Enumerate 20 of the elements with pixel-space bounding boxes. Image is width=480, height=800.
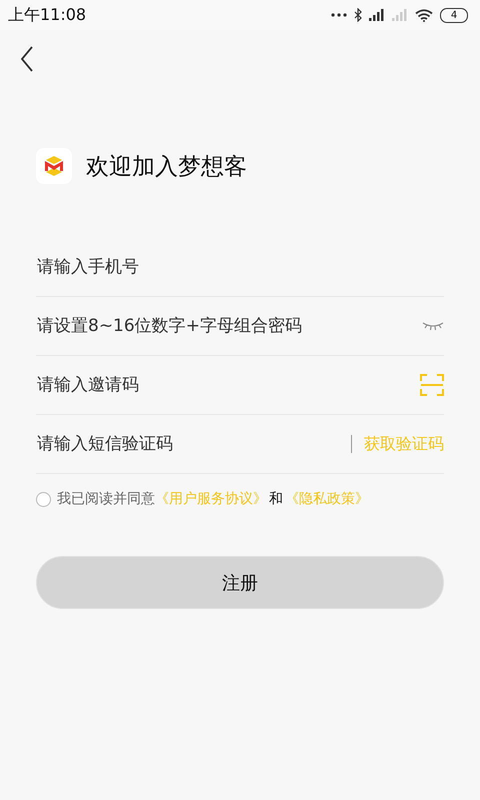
get-code-link[interactable]: 获取验证码 [364, 434, 444, 454]
agreement-text: 和 [269, 490, 283, 508]
input-field[interactable]: 请输入邀请码 [36, 375, 420, 395]
input-field[interactable]: 请输入手机号 [36, 257, 444, 277]
bluetooth-icon [354, 8, 362, 22]
input-field[interactable]: 请设置8~16位数字+字母组合密码 [36, 316, 422, 336]
signal-icon [392, 9, 408, 21]
app-logo [36, 148, 72, 184]
terms-link[interactable]: 《用户服务协议》 [155, 490, 267, 508]
agreement-text: 我已阅读并同意 [57, 490, 155, 508]
more-icon [331, 13, 347, 17]
privacy-link[interactable]: 《隐私政策》 [285, 490, 369, 508]
wifi-icon [415, 8, 433, 22]
input-field[interactable]: 请输入短信验证码 [36, 434, 350, 454]
status-time: 上午11:08 [8, 4, 86, 26]
battery-icon: 4 [440, 8, 468, 22]
page-title: 欢迎加入梦想客 [86, 152, 247, 182]
eye-closed-icon[interactable] [422, 321, 444, 331]
agree-checkbox[interactable] [36, 492, 51, 506]
signal-icon [369, 9, 385, 21]
